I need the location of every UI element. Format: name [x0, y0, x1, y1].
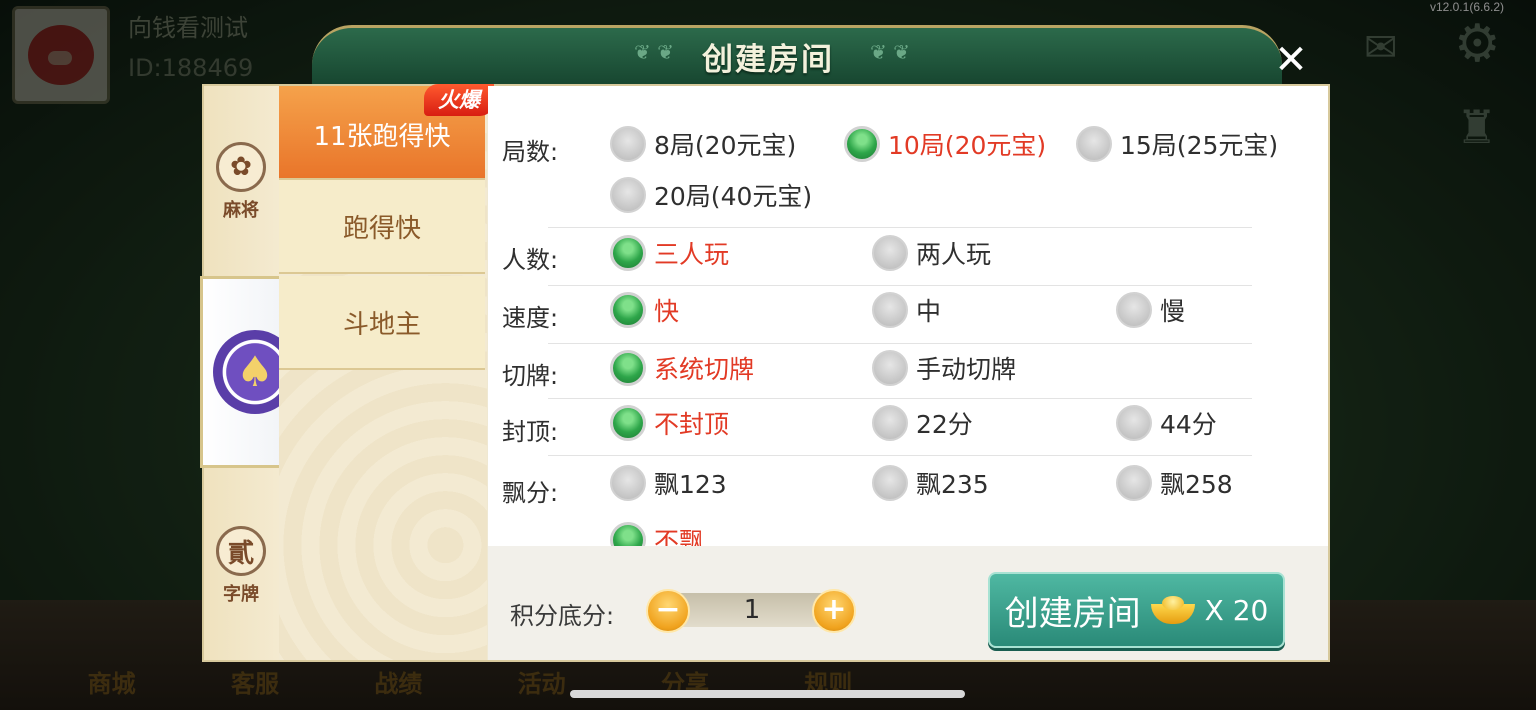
close-button[interactable]: ✕: [1268, 38, 1314, 84]
divider: [548, 285, 1252, 286]
players-label: 人数:: [502, 246, 559, 274]
option-label: 22分: [916, 410, 973, 439]
option-label: 10局(20元宝): [888, 131, 1047, 160]
option-label: 两人玩: [916, 240, 992, 269]
option-label: 手动切牌: [916, 355, 1017, 384]
option-label: 44分: [1160, 410, 1217, 439]
option-label: 三人玩: [654, 240, 730, 269]
option-label: 不封顶: [654, 410, 730, 439]
divider: [548, 343, 1252, 344]
tab-paodekuai[interactable]: 跑得快: [279, 180, 485, 274]
radio-checked-icon: [610, 350, 646, 386]
option-label: 飘235: [916, 470, 989, 499]
create-room-label: 创建房间: [1004, 593, 1141, 634]
hot-badge: 火爆: [424, 84, 494, 116]
gold-ingot-icon: [1150, 596, 1195, 624]
option-label: 快: [654, 297, 680, 326]
radio-icon: [872, 465, 908, 501]
rounds-option-10[interactable]: 10局(20元宝): [844, 126, 1046, 162]
radio-checked-icon: [610, 405, 646, 441]
option-label: 15局(25元宝): [1120, 131, 1279, 160]
zipai-medal-icon: 貳: [216, 526, 266, 576]
radio-icon: [872, 235, 908, 271]
create-room-cost: X 20: [1204, 593, 1269, 627]
radio-checked-icon: [844, 126, 880, 162]
home-indicator[interactable]: [570, 690, 965, 698]
speed-label: 速度:: [502, 304, 559, 332]
radio-icon: [872, 350, 908, 386]
speed-option-fast[interactable]: 快: [610, 292, 679, 328]
category-zipai-label: 字牌: [223, 584, 259, 605]
speed-option-slow[interactable]: 慢: [1116, 292, 1185, 328]
rounds-option-15[interactable]: 15局(25元宝): [1076, 126, 1278, 162]
float-option-123[interactable]: 飘123: [610, 465, 727, 501]
create-room-button[interactable]: 创建房间 X 20: [988, 572, 1285, 648]
radio-icon: [1116, 405, 1152, 441]
radio-icon: [610, 177, 646, 213]
cut-label: 切牌:: [502, 362, 559, 390]
option-label: 8局(20元宝): [654, 131, 797, 160]
base-score-label: 积分底分:: [510, 602, 615, 630]
option-label: 系统切牌: [654, 355, 755, 384]
cap-option-44[interactable]: 44分: [1116, 405, 1217, 441]
radio-icon: [872, 292, 908, 328]
option-label: 20局(40元宝): [654, 182, 813, 211]
float-option-258[interactable]: 飘258: [1116, 465, 1233, 501]
increment-button[interactable]: +: [812, 589, 856, 633]
radio-icon: [872, 405, 908, 441]
base-score-value: 1: [743, 595, 761, 625]
option-label: 飘258: [1160, 470, 1233, 499]
cut-option-manual[interactable]: 手动切牌: [872, 350, 1016, 386]
category-zipai[interactable]: 貳 字牌: [210, 526, 272, 606]
radio-icon: [1116, 465, 1152, 501]
players-option-2[interactable]: 两人玩: [872, 235, 991, 271]
radio-checked-icon: [610, 235, 646, 271]
divider: [548, 398, 1252, 399]
option-label: 飘123: [654, 470, 727, 499]
speed-option-medium[interactable]: 中: [872, 292, 941, 328]
tab-doudizhu[interactable]: 斗地主: [279, 276, 485, 370]
float-option-235[interactable]: 飘235: [872, 465, 989, 501]
cap-option-22[interactable]: 22分: [872, 405, 973, 441]
radio-icon: [610, 465, 646, 501]
divider: [548, 227, 1252, 228]
divider: [548, 455, 1252, 456]
players-option-3[interactable]: 三人玩: [610, 235, 729, 271]
radio-checked-icon: [610, 292, 646, 328]
float-label: 飘分:: [502, 479, 559, 507]
option-label: 中: [916, 297, 942, 326]
rounds-option-20[interactable]: 20局(40元宝): [610, 177, 812, 213]
rounds-label: 局数:: [502, 138, 559, 166]
radio-icon: [610, 126, 646, 162]
option-label: 慢: [1160, 297, 1186, 326]
decrement-button[interactable]: −: [646, 589, 690, 633]
category-mahjong[interactable]: ✿ 麻将: [210, 142, 272, 222]
cap-label: 封顶:: [502, 418, 559, 446]
mahjong-medal-icon: ✿: [216, 142, 266, 192]
cut-option-system[interactable]: 系统切牌: [610, 350, 754, 386]
radio-icon: [1076, 126, 1112, 162]
radio-icon: [1116, 292, 1152, 328]
category-mahjong-label: 麻将: [223, 200, 259, 221]
cap-option-none[interactable]: 不封顶: [610, 405, 729, 441]
rounds-option-8[interactable]: 8局(20元宝): [610, 126, 796, 162]
